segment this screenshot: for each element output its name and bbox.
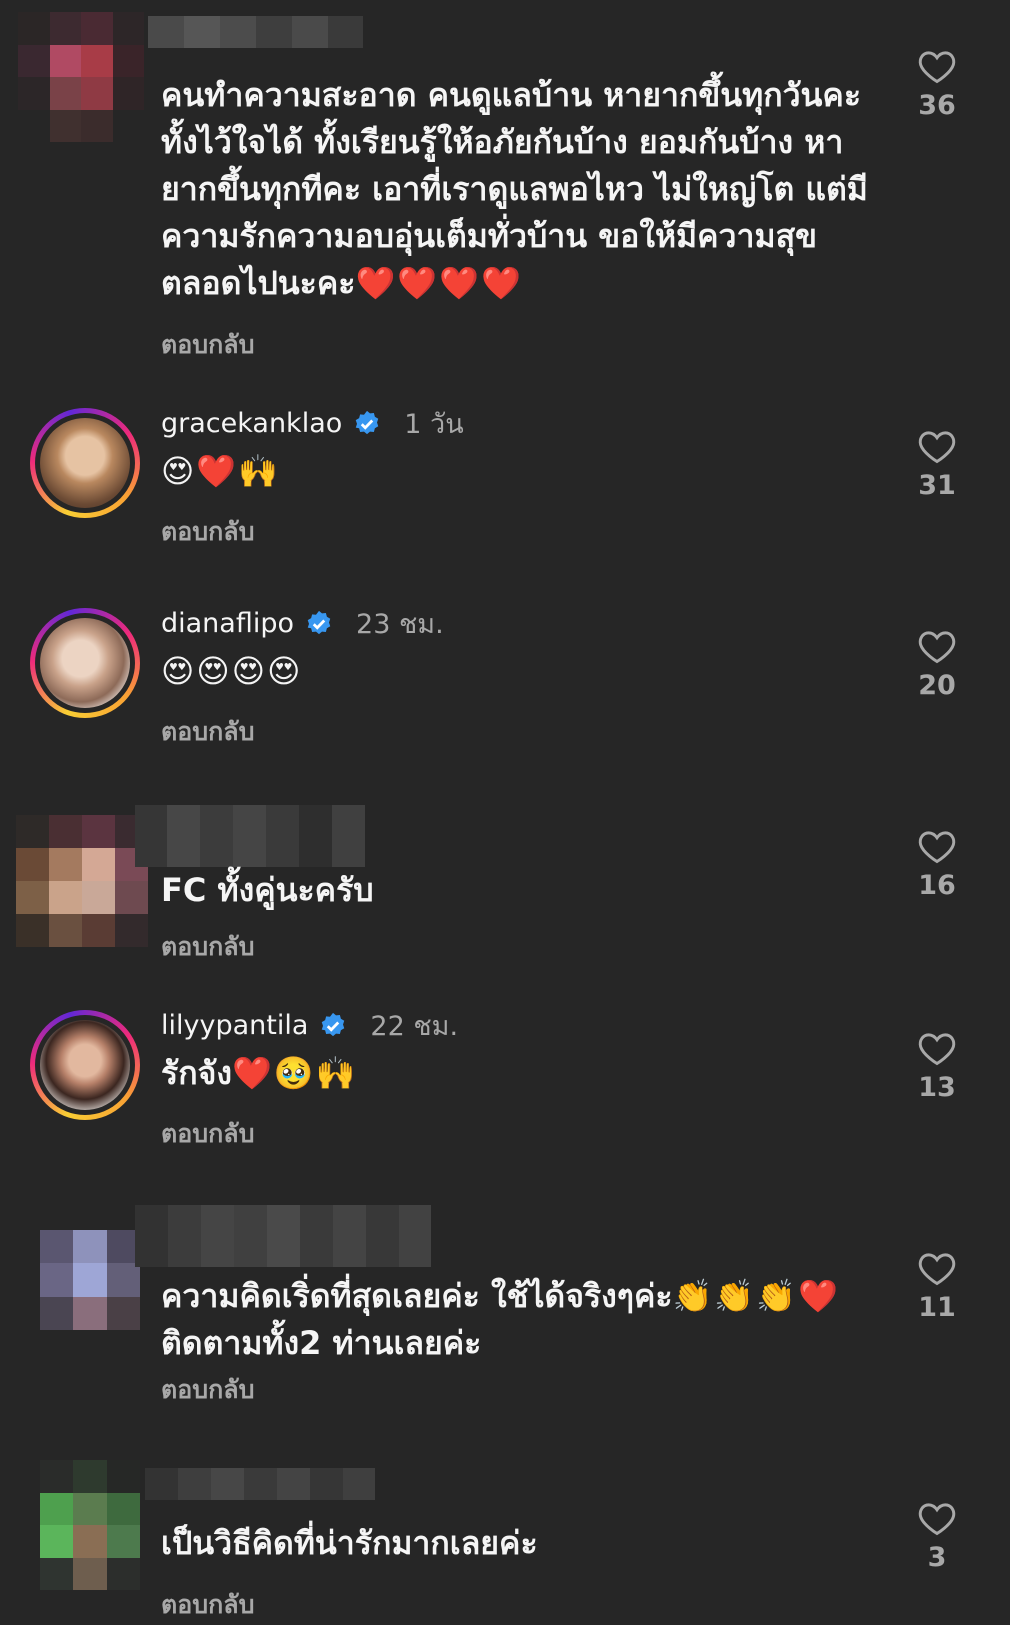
- story-ring-avatar[interactable]: [30, 608, 140, 718]
- username[interactable]: lilyypantila: [161, 1010, 308, 1041]
- avatar: [40, 418, 130, 508]
- heart-outline-icon: [918, 831, 956, 864]
- comment-text: 😍😍😍😍: [161, 652, 303, 690]
- like-count: 16: [918, 870, 956, 901]
- blurred-avatar[interactable]: [18, 12, 144, 142]
- heart-outline-icon: [918, 631, 956, 664]
- blurred-avatar[interactable]: [16, 815, 148, 947]
- comment-item: ความคิดเริ่ดที่สุดเลยค่ะ ใช้ได้จริงๆค่ะ👏…: [0, 1185, 1010, 1425]
- like-count: 31: [918, 470, 956, 501]
- like-button[interactable]: 16: [910, 828, 964, 901]
- blurred-username[interactable]: [135, 1205, 431, 1267]
- like-button[interactable]: 3: [910, 1500, 964, 1573]
- timestamp: 23 ชม.: [356, 609, 444, 640]
- like-count: 11: [918, 1292, 956, 1323]
- like-count: 20: [918, 670, 956, 701]
- like-button[interactable]: 31: [910, 428, 964, 501]
- timestamp: 22 ชม.: [370, 1011, 459, 1042]
- like-button[interactable]: 36: [910, 48, 964, 121]
- like-button[interactable]: 20: [910, 628, 964, 701]
- like-count: 13: [918, 1072, 956, 1103]
- username[interactable]: gracekanklao: [161, 408, 342, 439]
- comment-item: เป็นวิธีคิดที่น่ารักมากเลยค่ะ ตอบกลับ 3: [0, 1450, 1010, 1621]
- story-ring-avatar[interactable]: [30, 1010, 140, 1120]
- heart-emoji: ❤️❤️❤️❤️: [355, 264, 523, 302]
- comment-item: FC ทั้งคู่นะครับ ตอบกลับ 16: [0, 780, 1010, 980]
- heart-outline-icon: [918, 1253, 956, 1286]
- reply-button[interactable]: ตอบกลับ: [161, 325, 254, 365]
- reply-button[interactable]: ตอบกลับ: [161, 927, 254, 967]
- avatar: [40, 618, 130, 708]
- heart-outline-icon: [918, 51, 956, 84]
- like-button[interactable]: 11: [910, 1250, 964, 1323]
- timestamp: 1 วัน: [404, 409, 464, 440]
- like-button[interactable]: 13: [910, 1030, 964, 1103]
- verified-badge-icon: [322, 1012, 345, 1036]
- verified-badge-icon: [356, 410, 379, 434]
- comment-item: dianaflipo 23 ชม. 😍😍😍😍 ตอบกลับ 20: [0, 580, 1010, 780]
- reply-button[interactable]: ตอบกลับ: [161, 1585, 254, 1625]
- story-ring-avatar[interactable]: [30, 408, 140, 518]
- reply-button[interactable]: ตอบกลับ: [161, 1114, 254, 1154]
- comment-item: gracekanklao 1 วัน 😍❤️🙌 ตอบกลับ 31: [0, 380, 1010, 580]
- blurred-username[interactable]: [148, 16, 363, 48]
- reply-button[interactable]: ตอบกลับ: [161, 512, 254, 552]
- verified-badge-icon: [307, 610, 331, 634]
- heart-outline-icon: [918, 431, 956, 464]
- reply-button[interactable]: ตอบกลับ: [161, 1370, 254, 1410]
- blurred-avatar[interactable]: [40, 1230, 140, 1330]
- comment-text: 😍❤️🙌: [161, 452, 281, 490]
- blurred-username[interactable]: [145, 1468, 375, 1500]
- comment-text: รักจัง❤️🥹🙌: [161, 1054, 358, 1092]
- avatar: [40, 1020, 130, 1110]
- comment-text: FC ทั้งคู่นะครับ: [161, 871, 374, 909]
- comment-text: คนทำความสะอาด คนดูแลบ้าน หายากขึ้นทุกวัน…: [161, 76, 868, 302]
- blurred-username[interactable]: [135, 805, 365, 867]
- comment-text: เป็นวิธีคิดที่น่ารักมากเลยค่ะ: [161, 1524, 538, 1562]
- blurred-avatar[interactable]: [40, 1460, 140, 1590]
- heart-outline-icon: [918, 1503, 956, 1536]
- like-count: 3: [927, 1542, 947, 1573]
- username[interactable]: dianaflipo: [161, 608, 294, 639]
- reply-button[interactable]: ตอบกลับ: [161, 712, 254, 752]
- comment-item: lilyypantila 22 ชม. รักจัง❤️🥹🙌 ตอบกลับ 1…: [0, 982, 1010, 1182]
- comment-item: คนทำความสะอาด คนดูแลบ้าน หายากขึ้นทุกวัน…: [0, 0, 1010, 380]
- heart-outline-icon: [918, 1033, 956, 1066]
- like-count: 36: [918, 90, 956, 121]
- comment-text: ความคิดเริ่ดที่สุดเลยค่ะ ใช้ได้จริงๆค่ะ👏…: [161, 1277, 840, 1362]
